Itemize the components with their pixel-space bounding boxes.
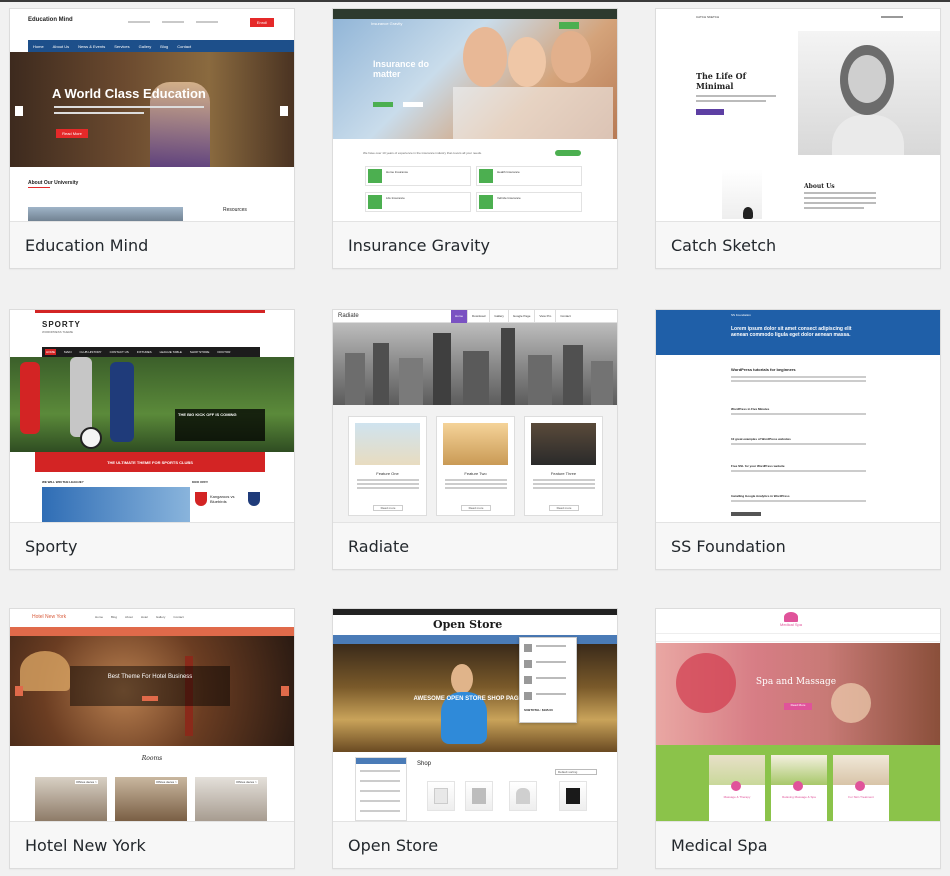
theme-card-radiate[interactable]: Radiate Home Download Gallery Google Pag… (332, 309, 618, 570)
theme-screenshot[interactable]: CATCH SKETCH The Life Of Minimal About U… (656, 9, 940, 221)
preview-service: Health Insurance (476, 166, 582, 186)
theme-screenshot[interactable]: SS Foundation Lorem ipsum dolor sit amet… (656, 310, 940, 522)
theme-name-bar[interactable]: Catch Sketch (656, 221, 940, 268)
theme-name-bar[interactable]: SS Foundation (656, 522, 940, 569)
preview-room: Offices deces > (115, 777, 187, 821)
theme-card-hotel-new-york[interactable]: Hotel New York Home Blog About Hotel Gal… (9, 608, 295, 869)
theme-name-bar[interactable]: Radiate (333, 522, 617, 569)
preview-room: Offices deces > (35, 777, 107, 821)
preview-nav: Home Blog About Hotel Gallery Contact (95, 615, 184, 619)
preview-service: Life Insurance (365, 192, 471, 212)
preview-hero: A World Class Education Read More (10, 52, 294, 167)
preview-hero: Best Theme For Hotel Business (10, 636, 294, 746)
preview-feature: Feature Two Read more (436, 416, 515, 516)
preview-portrait (798, 31, 940, 155)
theme-name-bar[interactable]: Sporty (10, 522, 294, 569)
theme-card-medical-spa[interactable]: Medical Spa Spa and Massage Read More Ma… (655, 608, 941, 869)
preview-contacts (128, 17, 228, 27)
theme-grid: Education Mind Enroll Home About Us News… (0, 0, 950, 876)
preview-hero (333, 323, 617, 405)
preview-feature: Feature One Read more (348, 416, 427, 516)
theme-name: Hotel New York (25, 835, 146, 855)
theme-name: Sporty (25, 536, 78, 556)
preview-service: Vehicle Insurance (476, 192, 582, 212)
theme-card-sporty[interactable]: SPORTY WORDPRESS THEME HOME MAIN CLUB HI… (9, 309, 295, 570)
theme-card-ss-foundation[interactable]: SS Foundation Lorem ipsum dolor sit amet… (655, 309, 941, 570)
preview-nav: Home Download Gallery Google Page View P… (451, 310, 575, 323)
preview-cta: Enroll (250, 18, 274, 27)
theme-screenshot[interactable]: Radiate Home Download Gallery Google Pag… (333, 310, 617, 522)
preview-room: Offices deces > (195, 777, 267, 821)
theme-card-education-mind[interactable]: Education Mind Enroll Home About Us News… (9, 8, 295, 269)
theme-name-bar[interactable]: Medical Spa (656, 821, 940, 868)
theme-name-bar[interactable]: Hotel New York (10, 821, 294, 868)
preview-nav: HOME MAIN CLUB HISTORY CONTACT US FIXTUR… (42, 347, 260, 357)
theme-screenshot[interactable]: SPORTY WORDPRESS THEME HOME MAIN CLUB HI… (10, 310, 294, 522)
theme-screenshot[interactable]: Hotel New York Home Blog About Hotel Gal… (10, 609, 294, 821)
theme-card-insurance-gravity[interactable]: Insurance Gravity Insurance do matter We… (332, 8, 618, 269)
theme-screenshot[interactable]: Medical Spa Spa and Massage Read More Ma… (656, 609, 940, 821)
theme-name: Education Mind (25, 235, 149, 255)
theme-name: Open Store (348, 835, 439, 855)
theme-name-bar[interactable]: Open Store (333, 821, 617, 868)
theme-name: Insurance Gravity (348, 235, 491, 255)
preview-sidebar (355, 757, 407, 821)
preview-hero: THE BIG KICK OFF IS COMING (10, 357, 294, 452)
theme-card-catch-sketch[interactable]: CATCH SKETCH The Life Of Minimal About U… (655, 8, 941, 269)
theme-name: Radiate (348, 536, 410, 556)
theme-name: Medical Spa (671, 835, 768, 855)
theme-card-open-store[interactable]: Open Store AWESOME OPEN STORE SHOP PAGE … (332, 608, 618, 869)
theme-name: Catch Sketch (671, 235, 777, 255)
preview-nav: Home About Us News & Events Services Gal… (28, 40, 294, 52)
theme-screenshot[interactable]: Open Store AWESOME OPEN STORE SHOP PAGE … (333, 609, 617, 821)
theme-name: SS Foundation (671, 536, 786, 556)
preview-hero: Insurance Gravity Insurance do matter (333, 9, 617, 139)
theme-screenshot[interactable]: Insurance Gravity Insurance do matter We… (333, 9, 617, 221)
theme-name-bar[interactable]: Insurance Gravity (333, 221, 617, 268)
theme-name-bar[interactable]: Education Mind (10, 221, 294, 268)
preview-feature: Feature Three Read more (524, 416, 603, 516)
preview-cart-dropdown: SUBTOTAL: $195.00 (519, 637, 577, 723)
preview-hero: Spa and Massage Read More (656, 643, 940, 745)
theme-screenshot[interactable]: Education Mind Enroll Home About Us News… (10, 9, 294, 221)
preview-services: Massage & Therapy Relaxing Massage & Spa… (656, 745, 940, 821)
preview-hero: SS Foundation Lorem ipsum dolor sit amet… (656, 310, 940, 355)
preview-brand: Education Mind (28, 17, 73, 23)
preview-service: Home Insurance (365, 166, 471, 186)
